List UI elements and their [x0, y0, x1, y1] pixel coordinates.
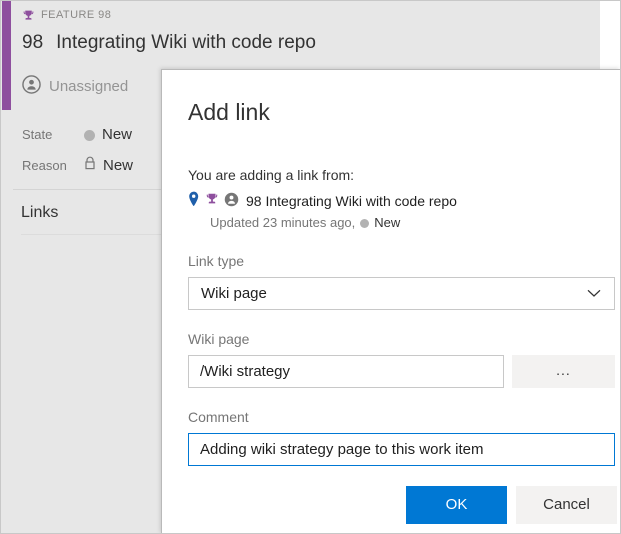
comment-group: Comment [188, 408, 615, 466]
work-item-title[interactable]: Integrating Wiki with code repo [56, 31, 316, 55]
trophy-icon [22, 9, 35, 22]
comment-input[interactable] [188, 433, 615, 466]
person-avatar-icon [22, 75, 41, 99]
linked-work-item-meta: Updated 23 minutes ago, New [210, 214, 615, 232]
field-row-reason: Reason New [22, 156, 133, 176]
reason-field-label: Reason [22, 158, 67, 173]
wiki-page-browse-button[interactable]: ... [512, 355, 615, 388]
location-pin-icon [188, 191, 200, 212]
comment-label: Comment [188, 409, 249, 425]
add-link-dialog: Add link You are adding a link from: 98 … [161, 69, 620, 533]
work-item-type-row: FEATURE 98 [22, 7, 111, 23]
reason-field-value: New [103, 157, 134, 174]
wiki-page-input-row: ... [188, 355, 615, 388]
reason-field-value-group: New [84, 156, 133, 176]
assigned-to-name: Unassigned [49, 78, 129, 95]
state-field-value-group[interactable]: New [84, 125, 132, 145]
state-dot-icon [84, 129, 95, 141]
lock-icon [84, 156, 96, 176]
chevron-down-icon [587, 285, 601, 303]
work-item-title-row[interactable]: 98 Integrating Wiki with code repo [22, 31, 316, 55]
link-type-select[interactable]: Wiki page [188, 277, 615, 310]
link-type-value: Wiki page [201, 284, 267, 302]
field-row-state: State New [22, 125, 132, 145]
wiki-page-group: Wiki page ... [188, 330, 615, 388]
work-item-type-accent-bar [2, 1, 11, 110]
work-item-id: 98 [22, 32, 44, 53]
linked-work-item-state: New [374, 215, 401, 230]
state-field-value: New [102, 126, 133, 143]
dialog-intro-text: You are adding a link from: [188, 167, 355, 183]
linked-work-item-title[interactable]: 98 Integrating Wiki with code repo [246, 192, 457, 211]
link-type-group: Link type Wiki page [188, 252, 615, 310]
linked-work-item-updated: Updated 23 minutes ago, [210, 215, 356, 230]
trophy-icon [205, 192, 219, 211]
dialog-actions: OK Cancel [162, 486, 620, 524]
link-type-label: Link type [188, 253, 245, 269]
assigned-to-row[interactable]: Unassigned [22, 75, 128, 99]
wiki-page-input[interactable] [188, 355, 504, 388]
screenshot-root: FEATURE 98 98 Integrating Wiki with code… [0, 0, 621, 534]
state-dot-icon [360, 218, 370, 228]
wiki-page-label: Wiki page [188, 331, 250, 347]
dialog-body: You are adding a link from: 98 Integrati… [188, 165, 615, 466]
ok-button[interactable]: OK [406, 486, 507, 524]
work-item-type-label: FEATURE 98 [41, 9, 112, 21]
links-heading: Links [21, 204, 59, 221]
person-avatar-icon [224, 192, 239, 212]
dialog-title: Add link [188, 99, 270, 125]
state-field-label: State [22, 127, 53, 142]
cancel-button[interactable]: Cancel [516, 486, 617, 524]
linked-work-item-row: 98 Integrating Wiki with code repo [188, 191, 615, 212]
